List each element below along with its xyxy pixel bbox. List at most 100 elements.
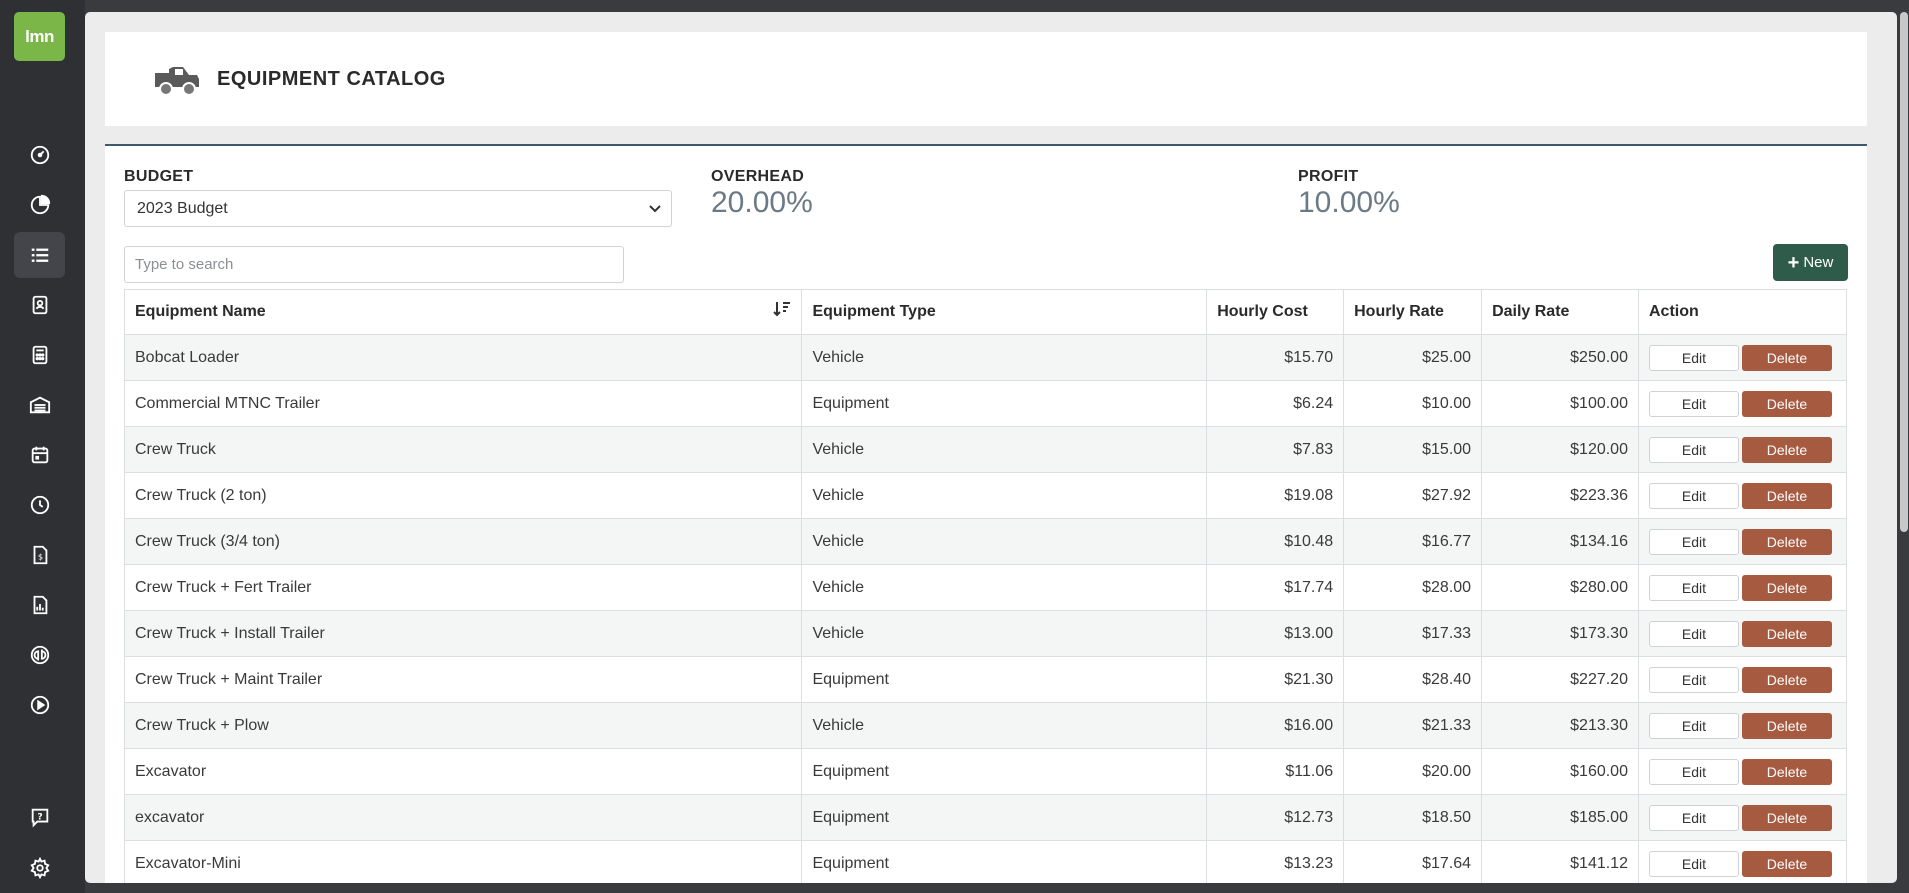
edit-button[interactable]: Edit — [1648, 574, 1739, 601]
equipment-type-cell: Equipment — [801, 748, 1208, 795]
equipment-name-cell: Crew Truck — [123, 426, 803, 473]
sidebar-item-schedule[interactable] — [14, 432, 65, 478]
scrollbar[interactable] — [1899, 12, 1909, 532]
plus-icon: + — [1787, 251, 1800, 274]
equipment-name-cell: Crew Truck (2 ton) — [123, 472, 803, 519]
equipment-type-cell: Equipment — [801, 840, 1208, 883]
action-cell: Edit Delete — [1637, 656, 1848, 703]
edit-button[interactable]: Edit — [1648, 528, 1739, 555]
lmn-logo[interactable]: lmn — [14, 12, 65, 61]
delete-button[interactable]: Delete — [1741, 620, 1832, 647]
column-header-daily-rate[interactable]: Daily Rate — [1481, 289, 1639, 335]
equipment-type-cell: Vehicle — [801, 610, 1208, 657]
action-cell: Edit Delete — [1637, 380, 1848, 427]
sidebar-item-tutorials[interactable] — [14, 682, 65, 728]
table-row: Bobcat Loader Vehicle $15.70 $25.00 $250.00 E… — [123, 334, 1848, 381]
hourly-rate-cell: $28.00 — [1343, 564, 1483, 611]
sidebar-item-inventory[interactable] — [14, 382, 65, 428]
edit-button[interactable]: Edit — [1648, 850, 1739, 877]
budget-label: BUDGET — [124, 168, 194, 185]
calendar-icon — [31, 446, 48, 464]
hourly-rate-cell: $17.64 — [1343, 840, 1483, 883]
hourly-cost-cell: $13.23 — [1206, 840, 1345, 883]
hourly-cost-cell: $6.24 — [1206, 380, 1345, 427]
sidebar-item-dashboard[interactable] — [14, 132, 65, 178]
table-row: Crew Truck + Fert Trailer Vehicle $17.74 $2… — [123, 564, 1848, 611]
action-cell: Edit Delete — [1637, 426, 1848, 473]
edit-button[interactable]: Edit — [1648, 712, 1739, 739]
sort-descending-icon[interactable] — [773, 300, 791, 318]
edit-button[interactable]: Edit — [1648, 620, 1739, 647]
delete-button[interactable]: Delete — [1741, 804, 1832, 831]
table-row: Crew Truck (3/4 ton) Vehicle $10.48 $16.77 $… — [123, 518, 1848, 565]
chevron-down-icon — [649, 205, 661, 213]
table-row: Commercial MTNC Trailer Equipment $6.24 $10… — [123, 380, 1848, 427]
sidebar-item-settings[interactable] — [14, 845, 65, 891]
sidebar-item-invoices[interactable]: $ — [14, 532, 65, 578]
sidebar-item-reports[interactable] — [14, 182, 65, 228]
edit-button[interactable]: Edit — [1648, 390, 1739, 417]
delete-button[interactable]: Delete — [1741, 528, 1832, 555]
delete-button[interactable]: Delete — [1741, 666, 1832, 693]
dashboard-icon — [30, 145, 49, 165]
delete-button[interactable]: Delete — [1741, 574, 1832, 601]
sidebar-item-timesheets[interactable] — [14, 482, 65, 528]
hourly-cost-cell: $21.30 — [1206, 656, 1345, 703]
daily-rate-cell: $213.30 — [1481, 702, 1639, 749]
edit-button[interactable]: Edit — [1648, 482, 1739, 509]
daily-rate-cell: $100.00 — [1481, 380, 1639, 427]
delete-button[interactable]: Delete — [1741, 482, 1832, 509]
edit-button[interactable]: Edit — [1648, 436, 1739, 463]
column-header-name[interactable]: Equipment Name — [123, 289, 803, 335]
edit-button[interactable]: Edit — [1648, 804, 1739, 831]
budget-select[interactable]: 2023 Budget — [124, 190, 672, 227]
edit-button[interactable]: Edit — [1648, 666, 1739, 693]
sidebar-item-quickbooks[interactable] — [14, 632, 65, 678]
action-cell: Edit Delete — [1637, 748, 1848, 795]
sidebar-item-estimates[interactable] — [14, 332, 65, 378]
delete-button[interactable]: Delete — [1741, 712, 1832, 739]
equipment-type-cell: Vehicle — [801, 564, 1208, 611]
logo-text: lmn — [25, 26, 54, 46]
sidebar: lmn $ ? — [0, 0, 85, 893]
delete-button[interactable]: Delete — [1741, 344, 1832, 371]
column-header-hourly-cost[interactable]: Hourly Cost — [1206, 289, 1345, 335]
hourly-rate-cell: $17.33 — [1343, 610, 1483, 657]
search-input[interactable] — [124, 246, 624, 283]
sidebar-item-contacts[interactable] — [14, 282, 65, 328]
hourly-rate-cell: $25.00 — [1343, 334, 1483, 381]
edit-button[interactable]: Edit — [1648, 758, 1739, 785]
action-cell: Edit Delete — [1637, 794, 1848, 841]
hourly-cost-cell: $11.06 — [1206, 748, 1345, 795]
delete-button[interactable]: Delete — [1741, 850, 1832, 877]
calculator-icon — [32, 345, 47, 365]
action-cell: Edit Delete — [1637, 610, 1848, 657]
delete-button[interactable]: Delete — [1741, 758, 1832, 785]
settings-icon — [29, 857, 50, 879]
equipment-type-cell: Vehicle — [801, 472, 1208, 519]
warehouse-icon — [29, 396, 50, 414]
equipment-type-cell: Equipment — [801, 656, 1208, 703]
column-header-label: Equipment Name — [135, 303, 266, 320]
svg-text:$: $ — [37, 552, 42, 562]
hourly-rate-cell: $21.33 — [1343, 702, 1483, 749]
column-header-hourly-rate[interactable]: Hourly Rate — [1343, 289, 1483, 335]
delete-button[interactable]: Delete — [1741, 436, 1832, 463]
edit-button[interactable]: Edit — [1648, 344, 1739, 371]
table-row: excavator Equipment $12.73 $18.50 $185.00 Edi… — [123, 794, 1848, 841]
sidebar-item-help[interactable]: ? — [14, 794, 65, 840]
new-equipment-button[interactable]: + New — [1773, 244, 1848, 281]
delete-button[interactable]: Delete — [1741, 390, 1832, 417]
equipment-name-cell: Excavator — [123, 748, 803, 795]
table-row: Crew Truck + Plow Vehicle $16.00 $21.33 $213… — [123, 702, 1848, 749]
hourly-cost-cell: $19.08 — [1206, 472, 1345, 519]
action-cell: Edit Delete — [1637, 334, 1848, 381]
column-header-type[interactable]: Equipment Type — [801, 289, 1208, 335]
equipment-table: Equipment Name Equipment Type Hourly Cos… — [123, 289, 1848, 883]
sidebar-item-catalog[interactable] — [14, 232, 65, 278]
table-row: Excavator-Mini Equipment $13.23 $17.64 $141.… — [123, 840, 1848, 883]
column-header-label: Hourly Cost — [1217, 303, 1308, 320]
sidebar-item-analytics[interactable] — [14, 582, 65, 628]
hourly-cost-cell: $13.00 — [1206, 610, 1345, 657]
daily-rate-cell: $134.16 — [1481, 518, 1639, 565]
